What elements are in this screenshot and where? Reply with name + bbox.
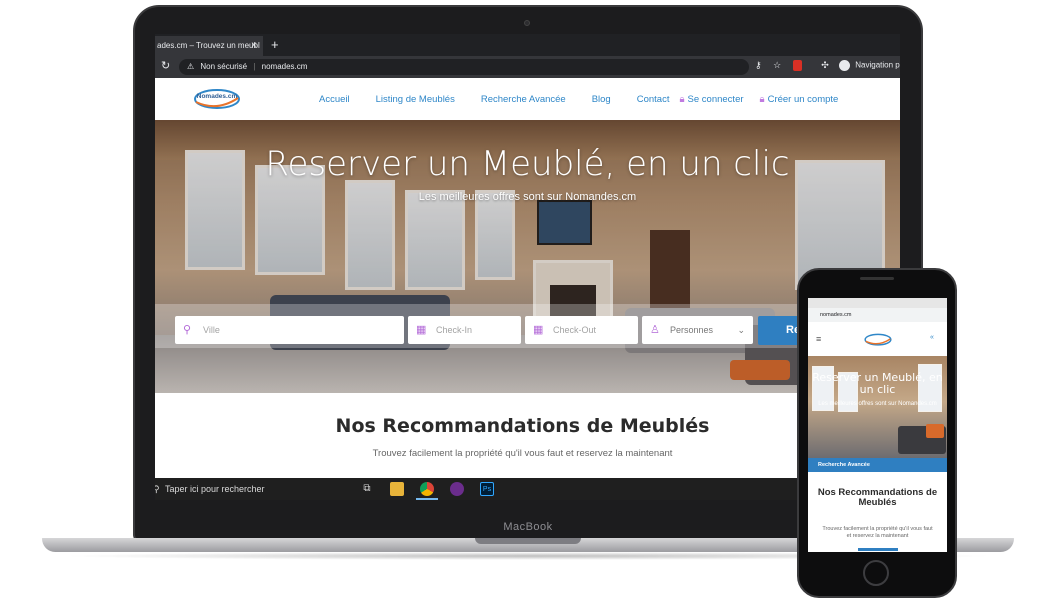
chrome-icon[interactable] (420, 482, 434, 496)
laptop-screen: ades.cm – Trouvez un meubl × + ↻ ⚠ Non s… (155, 34, 900, 500)
hero-cushion (926, 424, 944, 438)
hero-subtitle: Les meilleures offres sont sur Nomandes.… (418, 191, 637, 203)
laptop-notch (475, 538, 581, 544)
warning-icon: ⚠ (187, 62, 195, 71)
city-input[interactable]: ⚲ Ville (175, 316, 404, 344)
phone-url: nomades.cm (820, 312, 852, 318)
checkout-placeholder: Check-Out (553, 325, 597, 335)
key-icon[interactable]: ⚷ (755, 60, 762, 70)
persons-label: Personnes (670, 325, 714, 335)
site-header: Nomades.cm Accueil Listing de Meublés Re… (155, 78, 900, 120)
lock-icon: 🔒︎ (759, 93, 765, 105)
home-button[interactable] (863, 560, 889, 586)
checkin-input[interactable]: ▦ Check-In (408, 316, 521, 344)
lock-icon: 🔒︎ (679, 93, 685, 105)
main-nav: Accueil Listing de Meublés Recherche Ava… (319, 78, 864, 120)
phone-site-header: ≡ « (808, 322, 947, 356)
browser-tab[interactable]: ades.cm – Trouvez un meubl × (155, 36, 263, 56)
nav-register[interactable]: 🔒︎ Créer un compte (760, 94, 839, 105)
phone-status-bar (808, 298, 947, 308)
persons-select[interactable]: ♙ Personnes ⌄ (642, 316, 753, 344)
phone-site-logo[interactable] (864, 332, 892, 346)
device-mockup: ades.cm – Trouvez un meubl × + ↻ ⚠ Non s… (0, 0, 1056, 606)
address-bar[interactable]: ⚠ Non sécurisé | nomades.cm (179, 59, 749, 75)
profile-button[interactable]: Navigation pr (839, 60, 900, 71)
svg-text:Nomades.cm: Nomades.cm (197, 93, 238, 100)
phone-hero-subtitle: Les meilleures offres sont sur Nomandes.… (818, 401, 937, 407)
nav-login[interactable]: 🔒︎ Se connecter (679, 94, 743, 105)
calendar-icon: ▦ (416, 324, 427, 336)
phone-accent-bar (858, 548, 898, 551)
new-tab-icon[interactable]: + (271, 37, 279, 52)
photoshop-icon[interactable]: Ps (480, 482, 494, 496)
search-icon: ⚲ (155, 484, 160, 494)
avatar (839, 60, 850, 71)
nav-blog[interactable]: Blog (592, 94, 611, 105)
hero-title: Reserver un Meublé, en un clic (265, 144, 790, 184)
browser-tabbar: ades.cm – Trouvez un meubl × + (155, 34, 900, 56)
phone-advanced-search-button[interactable]: Recherche Avancée (808, 458, 947, 472)
checkin-placeholder: Check-In (436, 325, 473, 335)
taskbar-search-text: Taper ici pour rechercher (165, 484, 265, 494)
phone-speaker (860, 277, 894, 280)
nav-recherche[interactable]: Recherche Avancée (481, 94, 566, 105)
nav-listing[interactable]: Listing de Meublés (376, 94, 455, 105)
phone-screen: nomades.cm ≡ « Reserver un Meublé, en un… (808, 298, 947, 552)
share-icon[interactable]: « (930, 334, 934, 341)
phone-section-title: Nos Recommandations de Meublés (817, 487, 938, 508)
nav-accueil[interactable]: Accueil (319, 94, 350, 105)
checkout-input[interactable]: ▦ Check-Out (525, 316, 638, 344)
address-separator: | (253, 62, 256, 71)
hamburger-menu-icon[interactable]: ≡ (816, 334, 821, 344)
section-title: Nos Recommandations de Meublés (335, 415, 710, 437)
calendar-icon: ▦ (533, 324, 544, 336)
phone-address-bar[interactable]: nomades.cm (808, 308, 947, 322)
browser-toolbar: ↻ ⚠ Non sécurisé | nomades.cm ⚷ ☆ ✣ Navi… (155, 56, 900, 78)
phone-hero: Reserver un Meublé, en un clic Les meill… (808, 356, 947, 458)
app-icon[interactable] (450, 482, 464, 496)
phone-section-subtitle: Trouvez facilement la propriété qu'il vo… (822, 526, 933, 539)
location-pin-icon: ⚲ (183, 324, 192, 336)
login-label: Se connecter (687, 93, 744, 105)
toolbar-icons: ⚷ ☆ ✣ (755, 60, 838, 72)
windows-taskbar: ⚲ Taper ici pour rechercher ⧉ Ps (155, 478, 900, 500)
nav-contact[interactable]: Contact (637, 94, 670, 105)
extension-icon[interactable] (792, 60, 802, 72)
puzzle-icon[interactable]: ✣ (821, 60, 829, 70)
close-icon[interactable]: × (251, 36, 257, 56)
camera-icon (524, 20, 530, 26)
tab-title: ades.cm – Trouvez un meubl (157, 41, 260, 50)
reload-icon[interactable]: ↻ (161, 59, 170, 72)
site-logo[interactable]: Nomades.cm (193, 86, 241, 110)
city-placeholder: Ville (203, 325, 220, 335)
register-label: Créer un compte (767, 93, 839, 105)
user-icon: ♙ (650, 324, 660, 336)
hero-banner: Reserver un Meublé, en un clic Les meill… (155, 120, 900, 393)
security-status: Non sécurisé (200, 62, 248, 71)
profile-label: Navigation pr (855, 60, 900, 70)
file-explorer-icon[interactable] (390, 482, 404, 496)
star-icon[interactable]: ☆ (773, 60, 781, 70)
address-url: nomades.cm (261, 62, 308, 71)
recommendations-section: Nos Recommandations de Meublés Trouvez f… (155, 393, 900, 478)
task-view-icon[interactable]: ⧉ (360, 482, 374, 496)
chevron-down-icon: ⌄ (737, 325, 745, 335)
section-subtitle: Trouvez facilement la propriété qu'il vo… (372, 448, 673, 459)
taskbar-search[interactable]: ⚲ Taper ici pour rechercher (155, 478, 351, 500)
phone-hero-title: Reserver un Meublé, en un clic (812, 371, 943, 396)
